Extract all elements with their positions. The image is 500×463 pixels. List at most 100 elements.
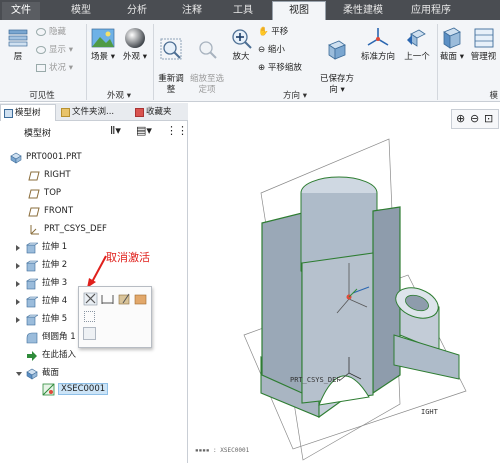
layer-icon bbox=[8, 29, 28, 47]
group-separator bbox=[153, 24, 154, 100]
tab-applications[interactable]: 应用程序 bbox=[398, 2, 464, 20]
tab-model-tree[interactable]: 模型树 bbox=[0, 104, 56, 121]
zoom-to-selected-button[interactable]: 缩放至选 定项 bbox=[189, 26, 225, 96]
previous-orientation-button[interactable]: 上一个 bbox=[400, 26, 434, 63]
section-xsec-icon bbox=[42, 383, 55, 396]
tree-item-insert-here[interactable]: 在此插入 bbox=[26, 347, 76, 364]
extrude-icon bbox=[26, 278, 38, 290]
pan-zoom-button[interactable]: ⊕ 平移缩放 bbox=[258, 62, 302, 75]
tree-settings-icon[interactable]: Ⅱ▾ bbox=[110, 124, 121, 137]
extrude-icon bbox=[26, 314, 38, 326]
pan-button[interactable]: ✋ 平移 bbox=[258, 26, 288, 39]
tree-item-extrude-3[interactable]: 拉伸 3 bbox=[16, 275, 67, 292]
tree-item-part[interactable]: PRT0001.PRT bbox=[10, 149, 82, 166]
tab-analysis[interactable]: 分析 bbox=[112, 2, 162, 20]
tree-item-round-1[interactable]: 倒圆角 1 bbox=[26, 329, 76, 346]
orientation-group-label: 方向 ▾ bbox=[283, 91, 307, 101]
tree-item-extrude-5[interactable]: 拉伸 5 bbox=[16, 311, 67, 328]
model-tree-toolbar: 模型树 Ⅱ▾ ▤▾ ⋮⋮ bbox=[0, 122, 188, 142]
view-status-label: ▪▪▪▪ : XSEC0001 bbox=[195, 447, 250, 454]
eye-show-icon bbox=[36, 45, 46, 54]
expand-arrow-icon[interactable] bbox=[16, 263, 20, 269]
datum-plane-icon bbox=[28, 189, 40, 199]
zoom-out-button[interactable]: ⊖ 缩小 bbox=[258, 44, 285, 57]
zoom-in-button[interactable]: 放大 bbox=[228, 26, 254, 63]
part-icon bbox=[10, 152, 22, 164]
appearance-button[interactable]: 外观 ▾ bbox=[120, 26, 150, 63]
tab-folder-browser[interactable]: 文件夹浏... bbox=[58, 104, 130, 121]
layer-button[interactable]: 层 bbox=[4, 26, 32, 63]
graphics-window: ⊕ ⊖ ⊡ PRT_CSYS_DEF IGHT ▪▪▪▪: XSEC0001 bbox=[189, 103, 500, 463]
show-button[interactable]: 显示 ▾ bbox=[36, 44, 73, 57]
section-button[interactable]: 截面 ▾ bbox=[439, 26, 465, 63]
annotation-deactivate: 取消激活 bbox=[106, 251, 150, 264]
status-button[interactable]: 状况 ▾ bbox=[36, 62, 73, 75]
collapse-arrow-icon[interactable] bbox=[16, 372, 22, 376]
saved-orientations-button[interactable]: 已保存方 向 ▾ bbox=[318, 26, 356, 96]
zoom-selected-icon bbox=[199, 41, 217, 59]
edit-dimensions-icon[interactable] bbox=[101, 295, 114, 304]
deactivate-icon[interactable] bbox=[83, 292, 98, 306]
scene-button[interactable]: 场景 ▾ bbox=[88, 26, 118, 63]
tree-item-extrude-4[interactable]: 拉伸 4 bbox=[16, 293, 67, 310]
expand-arrow-icon[interactable] bbox=[16, 281, 20, 287]
expand-arrow-icon[interactable] bbox=[16, 317, 20, 323]
datum-plane-icon bbox=[28, 207, 40, 217]
extrude-icon bbox=[26, 260, 38, 272]
refit-zoom-icon bbox=[160, 38, 182, 60]
hand-icon: ✋ bbox=[258, 27, 269, 37]
ribbon: 层 隐藏 显示 ▾ 状况 ▾ 可见性 场景 ▾ 外观 ▾ 外观 ▾ 重新调 整 … bbox=[0, 20, 500, 102]
tree-item-extrude-1[interactable]: 拉伸 1 bbox=[16, 239, 67, 256]
tree-columns-icon[interactable]: ▤▾ bbox=[136, 124, 152, 137]
status-icon bbox=[36, 63, 46, 72]
tab-file[interactable]: 文件 bbox=[2, 2, 40, 20]
appearance-group-label: 外观 ▾ bbox=[107, 91, 131, 101]
reorder-icon[interactable] bbox=[83, 327, 96, 340]
sections-folder-icon bbox=[26, 368, 38, 380]
extrude-icon bbox=[26, 296, 38, 308]
section-icon bbox=[443, 27, 461, 49]
zoom-in-icon bbox=[232, 29, 252, 49]
tab-model[interactable]: 模型 bbox=[58, 2, 104, 20]
select-icon[interactable] bbox=[84, 311, 95, 322]
model-tree-header: 模型树 bbox=[24, 129, 52, 139]
tree-item-right[interactable]: RIGHT bbox=[28, 167, 71, 184]
tab-flexible-modeling[interactable]: 柔性建模 bbox=[330, 2, 396, 20]
tree-item-sections[interactable]: 截面 bbox=[16, 365, 59, 382]
previous-orientation-icon bbox=[407, 29, 426, 47]
tree-item-xsec0001[interactable]: XSEC0001 bbox=[42, 381, 109, 398]
favorites-icon bbox=[135, 108, 144, 117]
tab-tools[interactable]: 工具 bbox=[220, 2, 266, 20]
model-tree-icon bbox=[4, 109, 13, 118]
insert-arrow-icon bbox=[27, 351, 37, 361]
context-mini-toolbar bbox=[78, 286, 152, 348]
coordinate-system-icon bbox=[30, 225, 39, 235]
navigator-tabs: 模型树 文件夹浏... 收藏夹 bbox=[0, 103, 188, 121]
refit-button[interactable]: 重新调 整 bbox=[155, 26, 187, 96]
expand-arrow-icon[interactable] bbox=[16, 299, 20, 305]
tree-item-top[interactable]: TOP bbox=[28, 185, 61, 202]
hide-feature-icon[interactable] bbox=[134, 294, 147, 305]
tree-item-extrude-2[interactable]: 拉伸 2 bbox=[16, 257, 67, 274]
edit-definition-icon[interactable] bbox=[118, 293, 130, 305]
tree-item-csys[interactable]: PRT_CSYS_DEF bbox=[28, 221, 107, 238]
hide-button[interactable]: 隐藏 bbox=[36, 26, 66, 39]
extrude-icon bbox=[26, 242, 38, 254]
standard-orientation-button[interactable]: 标准方向 bbox=[358, 26, 398, 63]
model-face bbox=[261, 212, 303, 394]
standard-orientation-icon bbox=[367, 28, 389, 46]
tab-favorites[interactable]: 收藏夹 bbox=[132, 104, 188, 121]
expand-arrow-icon[interactable] bbox=[16, 245, 20, 251]
tab-view[interactable]: 视图 bbox=[272, 1, 326, 21]
pan-zoom-icon: ⊕ bbox=[258, 63, 266, 73]
ribbon-tab-bar: 文件 模型 分析 注释 工具 视图 柔性建模 应用程序 bbox=[0, 0, 500, 21]
zoom-out-icon: ⊖ bbox=[258, 45, 266, 55]
popup-icon-row bbox=[83, 292, 147, 306]
manage-views-icon bbox=[474, 28, 493, 48]
tree-item-front[interactable]: FRONT bbox=[28, 203, 73, 220]
eye-hide-icon bbox=[36, 27, 46, 36]
manage-views-button[interactable]: 管理视 bbox=[467, 26, 500, 63]
scene-icon bbox=[91, 28, 115, 48]
tab-annotate[interactable]: 注释 bbox=[168, 2, 216, 20]
tree-filter-icon[interactable]: ⋮⋮ bbox=[166, 124, 188, 137]
